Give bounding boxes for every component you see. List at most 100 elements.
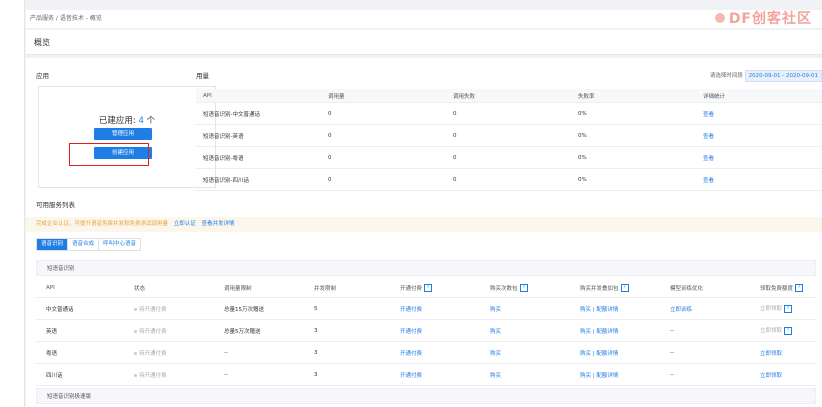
help-icon[interactable]: ? [784, 326, 793, 335]
usage-calls: 0 [321, 124, 446, 147]
usage-detail-link[interactable]: 查看 [696, 102, 822, 125]
svc-free: 立即领取? [750, 297, 816, 320]
svc-buy-link[interactable]: 购买 [480, 319, 570, 342]
svc-col-train: 模型训练优化 [660, 279, 750, 298]
tab-call-center[interactable]: 呼叫中心语音 [99, 239, 141, 250]
usage-fails: 0 [446, 102, 571, 125]
watermark-logo-icon [714, 13, 725, 23]
services-section-label: 可用服务列表 [36, 201, 75, 209]
svc-limit: -- [214, 341, 304, 364]
usage-api: 短语音识别-粤语 [196, 146, 321, 169]
date-range: 请选择时间段 2020-09-01 - 2020-09-01 [710, 70, 822, 82]
svc-limit: -- [214, 363, 304, 386]
usage-detail-link[interactable]: 查看 [696, 146, 822, 169]
svc-api: 四川话 [36, 363, 124, 386]
usage-col-fails: 调用失败 [446, 89, 571, 103]
usage-detail-link[interactable]: 查看 [696, 168, 822, 191]
svc-pay-link[interactable]: 开通付费 [390, 319, 480, 342]
svc-buy-link[interactable]: 购买 [480, 341, 570, 364]
apps-section-label: 应用 [36, 72, 49, 80]
overview-panel: 应用 用量 请选择时间段 2020-09-01 - 2020-09-01 已建应… [26, 58, 822, 407]
group-short-speech-fast: 短语音识别极速版 [36, 388, 816, 404]
svc-buy-conc-link[interactable]: 购买 | 配额详情 [570, 297, 660, 320]
manage-apps-button[interactable]: 管理应用 [94, 128, 152, 140]
table-row: 四川话 待开通付费 -- 3 开通付费 购买 购买 | 配额详情 -- 立即领取 [36, 363, 816, 386]
svc-train: -- [660, 363, 750, 386]
usage-calls: 0 [321, 102, 446, 125]
svc-train-link[interactable]: 立即训练 [660, 297, 750, 320]
usage-col-detail: 详细统计 [696, 89, 822, 103]
page-title: 概览 [34, 38, 50, 47]
status-dot-icon [134, 351, 137, 355]
help-icon[interactable]: ? [784, 304, 793, 313]
usage-detail-link[interactable]: 查看 [696, 124, 822, 147]
svc-col-status: 状态 [124, 279, 214, 298]
notice-bar: 完成企业认证，可提升语音免费并发和免费测试调用量 立即认证 查看并发详情 [26, 217, 822, 232]
usage-rate: 0% [571, 146, 696, 169]
svc-free-link[interactable]: 立即领取 [750, 341, 816, 364]
table-row: 短语音识别-中文普通话 0 0 0% 查看 [196, 102, 822, 125]
date-range-picker[interactable]: 2020-09-01 - 2020-09-01 [744, 70, 822, 82]
watermark: DF创客社区 [714, 8, 812, 28]
apps-box: 已建应用: 4 个 管理应用 创建应用 [38, 86, 216, 188]
svc-col-limit: 调用量限制 [214, 279, 304, 298]
apps-count-unit: 个 [146, 116, 156, 126]
concurrency-detail-link[interactable]: 查看并发详情 [202, 221, 235, 227]
svc-status: 待开通付费 [124, 363, 214, 386]
svc-train: -- [660, 341, 750, 364]
svc-buy-conc-link[interactable]: 购买 | 配额详情 [570, 363, 660, 386]
usage-rate: 0% [571, 102, 696, 125]
usage-col-api: API [196, 89, 321, 103]
usage-section-label: 用量 [196, 72, 209, 80]
help-icon[interactable]: ? [795, 284, 804, 293]
svc-concurrency: 3 [304, 319, 390, 342]
svc-col-concurrency: 并发限制 [304, 279, 390, 298]
usage-api: 短语音识别-中文普通话 [196, 102, 321, 125]
usage-api: 短语音识别-四川话 [196, 168, 321, 191]
svc-api: 英语 [36, 319, 124, 342]
notice-text: 完成企业认证，可提升语音免费并发和免费测试调用量 [36, 221, 169, 227]
svc-status: 待开通付费 [124, 341, 214, 364]
usage-col-calls: 调用量 [321, 89, 446, 103]
tab-speech-synthesis[interactable]: 语音合成 [68, 239, 100, 250]
table-row: 中文普通话 待开通付费 总量15万次赠送 5 开通付费 购买 购买 | 配额详情… [36, 297, 816, 320]
help-icon[interactable]: ? [620, 284, 629, 293]
svc-pay-link[interactable]: 开通付费 [390, 297, 480, 320]
service-tabs: 语音识别 语音合成 呼叫中心语音 [36, 238, 142, 251]
status-dot-icon [134, 307, 137, 311]
tab-speech-recognition[interactable]: 语音识别 [37, 239, 69, 250]
table-row: 短语音识别-粤语 0 0 0% 查看 [196, 146, 822, 169]
svc-col-buy: 购买次数包? [480, 279, 570, 298]
svc-buy-conc-link[interactable]: 购买 | 配额详情 [570, 319, 660, 342]
highlight-box [69, 143, 149, 166]
svc-free-link[interactable]: 立即领取 [750, 363, 816, 386]
svc-concurrency: 3 [304, 341, 390, 364]
svc-free: 立即领取? [750, 319, 816, 342]
svc-concurrency: 5 [304, 297, 390, 320]
svc-concurrency: 3 [304, 363, 390, 386]
help-icon[interactable]: ? [519, 284, 528, 293]
help-icon[interactable]: ? [424, 284, 433, 293]
table-row: 英语 待开通付费 总量5万次赠送 3 开通付费 购买 购买 | 配额详情 -- … [36, 319, 816, 342]
verify-link[interactable]: 立即认证 [174, 221, 196, 227]
svc-buy-link[interactable]: 购买 [480, 297, 570, 320]
table-row: 短语音识别-四川话 0 0 0% 查看 [196, 168, 822, 191]
svc-api: 中文普通话 [36, 297, 124, 320]
svc-buy-link[interactable]: 购买 [480, 363, 570, 386]
svc-col-pay: 开通付费? [390, 279, 480, 298]
usage-table: API 调用量 调用失败 失败率 详细统计 短语音识别-中文普通话 0 0 0%… [196, 89, 822, 191]
svc-buy-conc-link[interactable]: 购买 | 配额详情 [570, 341, 660, 364]
usage-header-row: API 调用量 调用失败 失败率 详细统计 [196, 89, 822, 103]
usage-fails: 0 [446, 124, 571, 147]
group-short-speech: 短语音识别 [36, 260, 816, 276]
svc-train: -- [660, 319, 750, 342]
watermark-text: DF创客社区 [728, 11, 812, 27]
table-row: 粤语 待开通付费 -- 3 开通付费 购买 购买 | 配额详情 -- 立即领取 [36, 341, 816, 364]
svc-pay-link[interactable]: 开通付费 [390, 341, 480, 364]
title-bar: 概览 [26, 30, 822, 55]
breadcrumb[interactable]: 产品服务 / 语音技术 - 概览 [26, 10, 822, 28]
left-sidebar [0, 0, 25, 407]
svc-pay-link[interactable]: 开通付费 [390, 363, 480, 386]
services-table: API 状态 调用量限制 并发限制 开通付费? 购买次数包? 购买并发叠加包? … [36, 279, 816, 386]
status-dot-icon [134, 373, 137, 377]
